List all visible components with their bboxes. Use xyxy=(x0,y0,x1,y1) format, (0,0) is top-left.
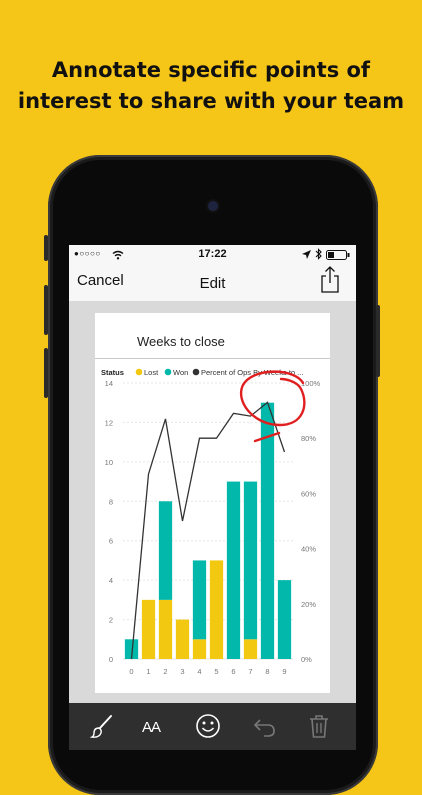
volume-down-button xyxy=(44,348,48,398)
brush-icon[interactable] xyxy=(89,713,115,739)
bar-lost xyxy=(175,619,190,659)
x-tick-label: 4 xyxy=(197,667,201,676)
bar-lost xyxy=(158,599,173,659)
y2-tick-label: 80% xyxy=(301,434,316,443)
y2-tick-label: 60% xyxy=(301,489,316,498)
annotation-toolbar: AA xyxy=(69,703,356,750)
headline: Annotate specific points of interest to … xyxy=(0,55,422,117)
text-tool-button[interactable]: AA xyxy=(142,719,161,736)
y-tick-label: 8 xyxy=(109,497,113,506)
x-tick-label: 8 xyxy=(265,667,269,676)
x-tick-label: 0 xyxy=(129,667,133,676)
title-divider xyxy=(95,358,330,359)
page-title: Edit xyxy=(199,275,226,292)
x-tick-label: 3 xyxy=(180,667,184,676)
chart-title: Weeks to close xyxy=(137,334,225,349)
bar-lost xyxy=(243,639,258,659)
chart-card: Weeks to close Status Lost Won Percent of O… xyxy=(95,313,330,693)
status-time: 17:22 xyxy=(198,248,227,260)
nav-bar: Cancel Edit xyxy=(69,265,356,301)
x-tick-label: 9 xyxy=(282,667,286,676)
x-tick-label: 7 xyxy=(248,667,252,676)
status-bar: ●○○○○ 17:22 xyxy=(69,245,356,265)
y2-tick-label: 40% xyxy=(301,545,316,554)
y-tick-label: 2 xyxy=(109,616,113,625)
share-icon[interactable] xyxy=(319,265,341,293)
bar-won xyxy=(158,501,173,600)
x-tick-label: 5 xyxy=(214,667,218,676)
camera-lens xyxy=(208,201,218,211)
legend-marker-2 xyxy=(192,368,200,376)
silent-switch xyxy=(44,235,48,261)
y2-tick-label: 0% xyxy=(301,655,312,664)
legend-title: Status xyxy=(101,368,124,377)
legend-marker-0 xyxy=(135,368,143,376)
y-tick-label: 14 xyxy=(105,379,113,388)
undo-icon[interactable] xyxy=(252,713,278,739)
volume-up-button xyxy=(44,285,48,335)
y-tick-label: 6 xyxy=(109,537,113,546)
y-tick-label: 4 xyxy=(109,576,113,585)
chart-svg[interactable]: Status Lost Won Percent of Ops By Weeks to … xyxy=(95,365,330,685)
bar-won xyxy=(192,560,207,640)
legend-label-1: Won xyxy=(173,368,188,377)
y-tick-label: 0 xyxy=(109,655,113,664)
legend-marker-1 xyxy=(164,368,172,376)
y2-tick-label: 20% xyxy=(301,600,316,609)
location-icon xyxy=(302,250,311,259)
bar-won xyxy=(277,580,292,659)
y-tick-label: 12 xyxy=(105,418,113,427)
battery-icon xyxy=(326,250,350,260)
x-tick-label: 6 xyxy=(231,667,235,676)
x-tick-label: 2 xyxy=(163,667,167,676)
x-tick-label: 1 xyxy=(146,667,150,676)
content-area: Weeks to close Status Lost Won Percent of O… xyxy=(69,301,356,703)
bar-won xyxy=(260,402,275,659)
y-tick-label: 10 xyxy=(105,458,113,467)
headline-line-2: interest to share with your team xyxy=(17,89,405,113)
bluetooth-icon xyxy=(315,248,322,260)
emoji-icon[interactable] xyxy=(195,713,221,739)
bar-lost xyxy=(141,599,156,659)
phone-screen: ●○○○○ 17:22 Cancel Edit Weeks to close S… xyxy=(69,245,356,750)
power-button xyxy=(376,305,380,377)
bar-lost xyxy=(209,560,224,659)
bar-lost xyxy=(192,639,207,659)
trash-icon[interactable] xyxy=(306,713,332,739)
headline-line-1: Annotate specific points of xyxy=(51,58,371,82)
bar-won xyxy=(226,481,241,659)
bar-won xyxy=(243,481,258,640)
legend-label-0: Lost xyxy=(144,368,159,377)
